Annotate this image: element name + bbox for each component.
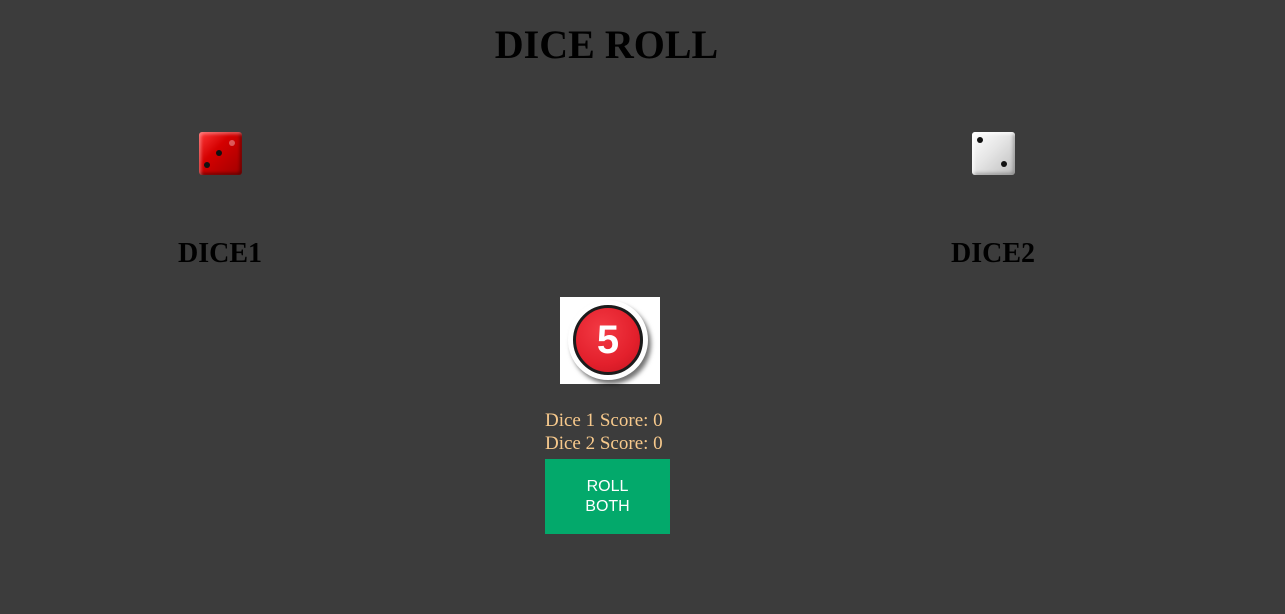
dice1-label: DICE1 [177, 238, 262, 269]
page-title: DICE ROLL [494, 22, 719, 67]
result-number: 5 [573, 305, 643, 375]
dice1-pip [204, 162, 210, 168]
dice1-score: Dice 1 Score: 0 [545, 410, 663, 431]
dice1-pip [216, 150, 222, 156]
result-badge-image: 5 [560, 297, 660, 384]
dice2-pip [1001, 161, 1007, 167]
dice2-pip [977, 137, 983, 143]
dice1-image [199, 132, 242, 175]
dice2-label: DICE2 [950, 238, 1035, 269]
result-badge: 5 [568, 300, 648, 380]
dice2-image [972, 132, 1015, 175]
dice2-score: Dice 2 Score: 0 [545, 433, 663, 454]
roll-both-button[interactable]: ROLL BOTH [545, 459, 670, 534]
dice1-pip [229, 140, 235, 146]
